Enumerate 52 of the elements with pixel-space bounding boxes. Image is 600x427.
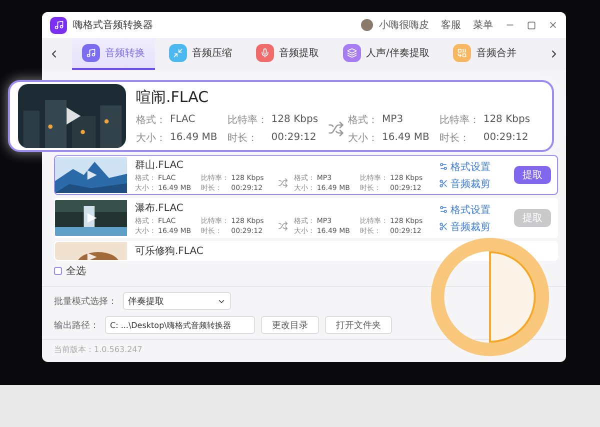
field-label: 时长： <box>439 132 470 144</box>
field-label: 格式： <box>348 114 378 126</box>
sliders-icon <box>438 205 448 214</box>
select-all-checkbox[interactable]: 全选 <box>54 264 86 278</box>
field-label: 比特率： <box>439 114 480 126</box>
mode-dropdown[interactable]: 伴奏提取 <box>123 292 231 310</box>
version-text: 当前版本：1.0.563.247 <box>54 344 144 355</box>
file-name: 可乐修狗.FLAC <box>135 244 204 258</box>
field-value: 16.49 MB <box>170 132 218 143</box>
file-name: 瀑布.FLAC <box>135 202 184 214</box>
field-value: 00:29:12 <box>483 132 530 143</box>
file-name: 喧闹.FLAC <box>136 88 210 106</box>
window-title: 嗨格式音频转换器 <box>73 18 154 32</box>
avatar-icon[interactable] <box>361 19 373 31</box>
field-label: 大小： <box>136 132 166 144</box>
maximize-icon[interactable] <box>527 20 536 30</box>
field-label: 批量模式选择： <box>54 296 117 308</box>
menu-link[interactable]: 菜单 <box>473 18 493 32</box>
tab[interactable]: 音频提取 <box>246 38 329 70</box>
shuffle-icon <box>278 178 288 188</box>
path-button[interactable]: 打开文件夹 <box>325 316 392 334</box>
shuffle-icon <box>278 220 288 230</box>
extract-button[interactable]: 提取 <box>514 166 551 184</box>
shuffle-icon <box>328 120 344 136</box>
menu-link[interactable]: 客服 <box>441 18 461 32</box>
field-value: MP3 <box>382 114 404 125</box>
field-value: FLAC <box>170 114 196 125</box>
tab[interactable]: 人声/伴奏提取 <box>333 38 440 70</box>
field-label: 比特率： <box>227 114 268 126</box>
action-link[interactable]: 音频裁剪 <box>438 176 506 190</box>
field-value: 00:29:12 <box>271 132 318 143</box>
field-label: 输出路径： <box>54 320 99 332</box>
app-logo-icon <box>50 16 67 34</box>
field-value: 128 Kbps <box>271 114 318 125</box>
action-link[interactable]: 音频裁剪 <box>438 220 506 234</box>
scissors-icon <box>438 179 448 188</box>
field-label: 格式： <box>136 114 166 126</box>
tab[interactable]: 音频压缩 <box>159 38 242 70</box>
scissors-icon <box>438 222 448 231</box>
path-field[interactable]: C: ...\Desktop\嗨格式音频转换器 <box>105 316 255 334</box>
close-icon[interactable] <box>548 20 558 30</box>
tab[interactable]: 音频合并 <box>443 38 526 70</box>
action-link[interactable]: 格式设置 <box>438 202 506 216</box>
action-link[interactable]: 格式设置 <box>438 160 506 174</box>
field-label: 大小： <box>348 132 378 144</box>
field-value: 16.49 MB <box>382 132 430 143</box>
user-name[interactable]: 小嗨很嗨皮 <box>379 18 429 32</box>
file-name: 群山.FLAC <box>135 158 184 172</box>
path-button[interactable]: 更改目录 <box>261 316 319 334</box>
field-label: 时长： <box>227 132 258 144</box>
field-value: 128 Kbps <box>483 114 530 125</box>
sliders-icon <box>438 162 448 171</box>
